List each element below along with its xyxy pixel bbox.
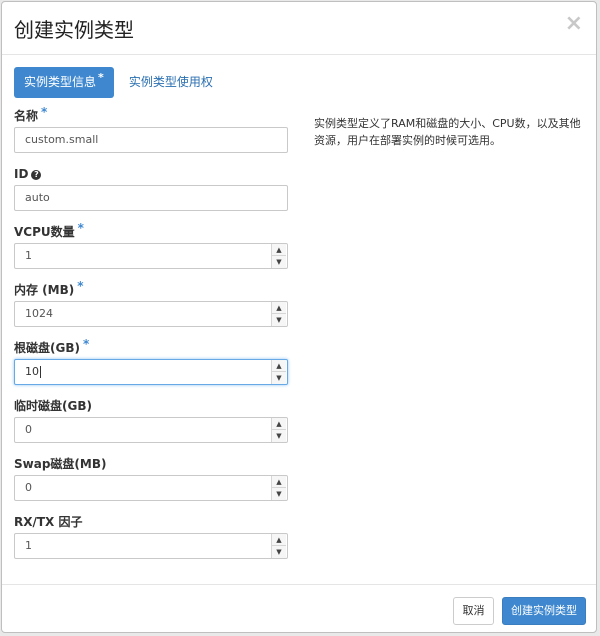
- cancel-button[interactable]: 取消: [453, 597, 494, 625]
- name-label: 名称 *: [14, 105, 48, 123]
- rxtx-value: 1: [25, 539, 32, 552]
- decrement-icon[interactable]: ▼: [272, 430, 286, 442]
- vcpu-value: 1: [25, 249, 32, 262]
- swap-disk-field: Swap磁盘(MB) 0 ▲ ▼: [14, 456, 290, 501]
- ram-input[interactable]: 1024 ▲ ▼: [14, 301, 288, 327]
- dialog-footer: 取消 创建实例类型: [2, 584, 596, 632]
- decrement-icon[interactable]: ▼: [272, 372, 286, 384]
- create-flavor-button[interactable]: 创建实例类型: [502, 597, 586, 625]
- ephemeral-disk-spinner: ▲ ▼: [271, 418, 286, 442]
- root-disk-spinner: ▲ ▼: [271, 360, 286, 384]
- name-field: 名称 * custom.small: [14, 105, 290, 153]
- root-disk-value: 10: [25, 365, 39, 378]
- root-disk-input[interactable]: 10 ▲ ▼: [14, 359, 288, 385]
- ram-label: 内存 (MB) *: [14, 279, 84, 297]
- dialog-header: 创建实例类型 ×: [2, 2, 596, 55]
- tab-flavor-access[interactable]: 实例类型使用权: [129, 67, 213, 98]
- id-field: ID? auto: [14, 166, 290, 211]
- increment-icon[interactable]: ▲: [272, 302, 286, 314]
- rxtx-input[interactable]: 1 ▲ ▼: [14, 533, 288, 559]
- tab-bar: 实例类型信息 * 实例类型使用权: [14, 67, 213, 99]
- tab-flavor-info[interactable]: 实例类型信息 *: [14, 67, 114, 98]
- flavor-description: 实例类型定义了RAM和磁盘的大小、CPU数，以及其他资源，用户在部署实例的时候可…: [314, 117, 581, 147]
- vcpu-input[interactable]: 1 ▲ ▼: [14, 243, 288, 269]
- decrement-icon[interactable]: ▼: [272, 314, 286, 326]
- close-icon[interactable]: ×: [565, 11, 583, 36]
- vcpu-label: VCPU数量 *: [14, 221, 84, 239]
- decrement-icon[interactable]: ▼: [272, 488, 286, 500]
- required-mark: *: [41, 105, 48, 119]
- increment-icon[interactable]: ▲: [272, 418, 286, 430]
- name-input[interactable]: custom.small: [14, 127, 288, 153]
- swap-disk-value: 0: [25, 481, 32, 494]
- required-mark: *: [77, 221, 84, 235]
- swap-disk-spinner: ▲ ▼: [271, 476, 286, 500]
- swap-disk-label: Swap磁盘(MB): [14, 457, 107, 471]
- ram-value: 1024: [25, 307, 53, 320]
- increment-icon[interactable]: ▲: [272, 244, 286, 256]
- required-mark: *: [77, 279, 84, 293]
- text-caret: [40, 366, 41, 378]
- help-icon[interactable]: ?: [31, 169, 42, 180]
- ram-field: 内存 (MB) * 1024 ▲ ▼: [14, 279, 290, 327]
- vcpu-field: VCPU数量 * 1 ▲ ▼: [14, 221, 290, 269]
- ephemeral-disk-value: 0: [25, 423, 32, 436]
- root-disk-label: 根磁盘(GB) *: [14, 337, 90, 355]
- rxtx-field: RX/TX 因子 1 ▲ ▼: [14, 514, 290, 559]
- ephemeral-disk-input[interactable]: 0 ▲ ▼: [14, 417, 288, 443]
- ram-spinner: ▲ ▼: [271, 302, 286, 326]
- required-mark: *: [98, 71, 104, 84]
- id-input[interactable]: auto: [14, 185, 288, 211]
- decrement-icon[interactable]: ▼: [272, 546, 286, 558]
- increment-icon[interactable]: ▲: [272, 534, 286, 546]
- vcpu-spinner: ▲ ▼: [271, 244, 286, 268]
- required-mark: *: [82, 337, 90, 351]
- id-label: ID?: [14, 166, 290, 182]
- tab-flavor-info-label: 实例类型信息: [24, 75, 97, 89]
- dialog-title: 创建实例类型: [14, 18, 134, 42]
- ephemeral-disk-field: 临时磁盘(GB) 0 ▲ ▼: [14, 398, 290, 443]
- swap-disk-input[interactable]: 0 ▲ ▼: [14, 475, 288, 501]
- increment-icon[interactable]: ▲: [272, 360, 286, 372]
- create-flavor-dialog: 创建实例类型 × 实例类型信息 * 实例类型使用权 名称 * custom.smal…: [1, 1, 597, 633]
- increment-icon[interactable]: ▲: [272, 476, 286, 488]
- rxtx-label: RX/TX 因子: [14, 515, 83, 529]
- root-disk-field: 根磁盘(GB) * 10 ▲ ▼: [14, 337, 290, 385]
- rxtx-spinner: ▲ ▼: [271, 534, 286, 558]
- decrement-icon[interactable]: ▼: [272, 256, 286, 268]
- ephemeral-disk-label: 临时磁盘(GB): [14, 399, 92, 413]
